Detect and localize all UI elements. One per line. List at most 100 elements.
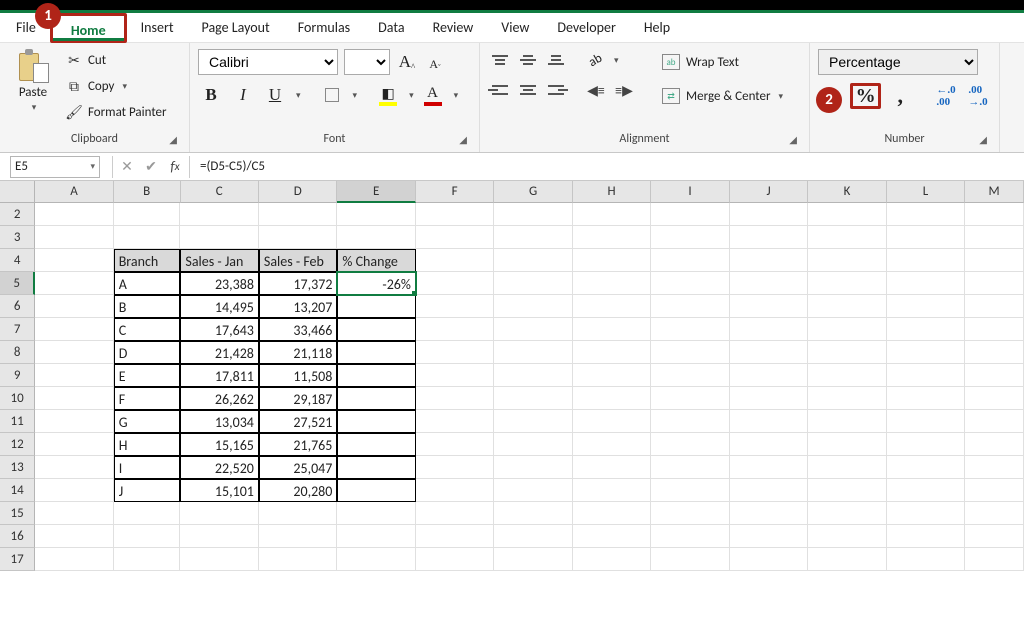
cell-J2[interactable]	[730, 203, 808, 226]
cell-K16[interactable]	[808, 525, 886, 548]
col-header-C[interactable]: C	[181, 181, 259, 203]
fill-color-button[interactable]: ◧	[375, 85, 401, 106]
tab-page-layout[interactable]: Page Layout	[188, 13, 284, 43]
cell-G17[interactable]	[494, 548, 572, 571]
cell-L5[interactable]	[887, 272, 965, 295]
col-header-J[interactable]: J	[730, 181, 808, 203]
row-header-2[interactable]: 2	[0, 203, 35, 226]
cell-G12[interactable]	[494, 433, 572, 456]
cell-H11[interactable]	[573, 410, 651, 433]
cell-I10[interactable]	[651, 387, 729, 410]
cell-C5[interactable]: 23,388	[180, 272, 258, 295]
cell-A10[interactable]	[35, 387, 113, 410]
cell-H16[interactable]	[573, 525, 651, 548]
cell-H10[interactable]	[573, 387, 651, 410]
cell-F4[interactable]	[416, 249, 494, 272]
cell-H2[interactable]	[573, 203, 651, 226]
cell-D8[interactable]: 21,118	[259, 341, 337, 364]
cell-A2[interactable]	[35, 203, 113, 226]
cell-K4[interactable]	[808, 249, 886, 272]
cell-M3[interactable]	[965, 226, 1024, 249]
row-header-14[interactable]: 14	[0, 479, 35, 502]
cell-C9[interactable]: 17,811	[180, 364, 258, 387]
decrease-decimal-button[interactable]: .00→.0	[965, 83, 991, 109]
cell-I16[interactable]	[651, 525, 729, 548]
cell-I4[interactable]	[651, 249, 729, 272]
cell-J14[interactable]	[730, 479, 808, 502]
cell-F8[interactable]	[416, 341, 494, 364]
bold-button[interactable]: B	[198, 83, 224, 107]
cell-H12[interactable]	[573, 433, 651, 456]
cell-J10[interactable]	[730, 387, 808, 410]
row-header-9[interactable]: 9	[0, 364, 35, 387]
cell-K5[interactable]	[808, 272, 886, 295]
cell-I5[interactable]	[651, 272, 729, 295]
cell-E12[interactable]	[337, 433, 415, 456]
cell-F7[interactable]	[416, 318, 494, 341]
cell-E4[interactable]: % Change	[337, 249, 415, 272]
row-header-10[interactable]: 10	[0, 387, 35, 410]
cell-J17[interactable]	[730, 548, 808, 571]
cell-A15[interactable]	[35, 502, 113, 525]
cell-E8[interactable]	[337, 341, 415, 364]
cell-J16[interactable]	[730, 525, 808, 548]
cell-D3[interactable]	[259, 226, 337, 249]
cell-F6[interactable]	[416, 295, 494, 318]
cell-M7[interactable]	[965, 318, 1024, 341]
cell-E3[interactable]	[337, 226, 415, 249]
cell-H4[interactable]	[573, 249, 651, 272]
font-color-button[interactable]: A	[420, 85, 446, 106]
cell-E11[interactable]	[337, 410, 415, 433]
name-box[interactable]: E5 ▾	[10, 156, 100, 178]
cell-E17[interactable]	[337, 548, 415, 571]
cell-L7[interactable]	[887, 318, 965, 341]
cell-G2[interactable]	[494, 203, 572, 226]
col-header-E[interactable]: E	[337, 181, 415, 203]
cell-G4[interactable]	[494, 249, 572, 272]
tab-developer[interactable]: Developer	[543, 13, 629, 43]
cell-B16[interactable]	[114, 525, 181, 548]
increase-decimal-button[interactable]: ←.0.00	[933, 83, 959, 109]
cell-C13[interactable]: 22,520	[180, 456, 258, 479]
cell-F17[interactable]	[416, 548, 494, 571]
cell-M16[interactable]	[965, 525, 1024, 548]
col-header-D[interactable]: D	[259, 181, 337, 203]
cell-M9[interactable]	[965, 364, 1024, 387]
row-header-4[interactable]: 4	[0, 249, 35, 272]
cell-K12[interactable]	[808, 433, 886, 456]
cell-G3[interactable]	[494, 226, 572, 249]
cell-L3[interactable]	[887, 226, 965, 249]
align-middle-button[interactable]	[516, 49, 540, 71]
cell-F11[interactable]	[416, 410, 494, 433]
col-header-I[interactable]: I	[651, 181, 729, 203]
cell-D14[interactable]: 20,280	[259, 479, 337, 502]
cell-K17[interactable]	[808, 548, 886, 571]
cell-K15[interactable]	[808, 502, 886, 525]
cell-A17[interactable]	[35, 548, 113, 571]
cell-D16[interactable]	[259, 525, 337, 548]
cell-E7[interactable]	[337, 318, 415, 341]
cell-B5[interactable]: A	[114, 272, 181, 295]
row-header-13[interactable]: 13	[0, 456, 35, 479]
cell-I9[interactable]	[651, 364, 729, 387]
col-header-G[interactable]: G	[494, 181, 572, 203]
cell-C14[interactable]: 15,101	[180, 479, 258, 502]
cell-L15[interactable]	[887, 502, 965, 525]
align-top-button[interactable]	[488, 49, 512, 71]
paste-button[interactable]: Paste ▾	[8, 49, 58, 130]
cell-L14[interactable]	[887, 479, 965, 502]
tab-review[interactable]: Review	[419, 13, 488, 43]
cell-I13[interactable]	[651, 456, 729, 479]
cell-I6[interactable]	[651, 295, 729, 318]
fx-icon[interactable]: fx	[163, 156, 187, 178]
cell-K6[interactable]	[808, 295, 886, 318]
dialog-launcher-icon[interactable]: ◢	[169, 133, 177, 146]
cell-L16[interactable]	[887, 525, 965, 548]
select-all-corner[interactable]	[0, 181, 35, 203]
cell-K14[interactable]	[808, 479, 886, 502]
cell-M5[interactable]	[965, 272, 1024, 295]
cell-M4[interactable]	[965, 249, 1024, 272]
cell-J7[interactable]	[730, 318, 808, 341]
cell-E6[interactable]	[337, 295, 415, 318]
cell-H13[interactable]	[573, 456, 651, 479]
